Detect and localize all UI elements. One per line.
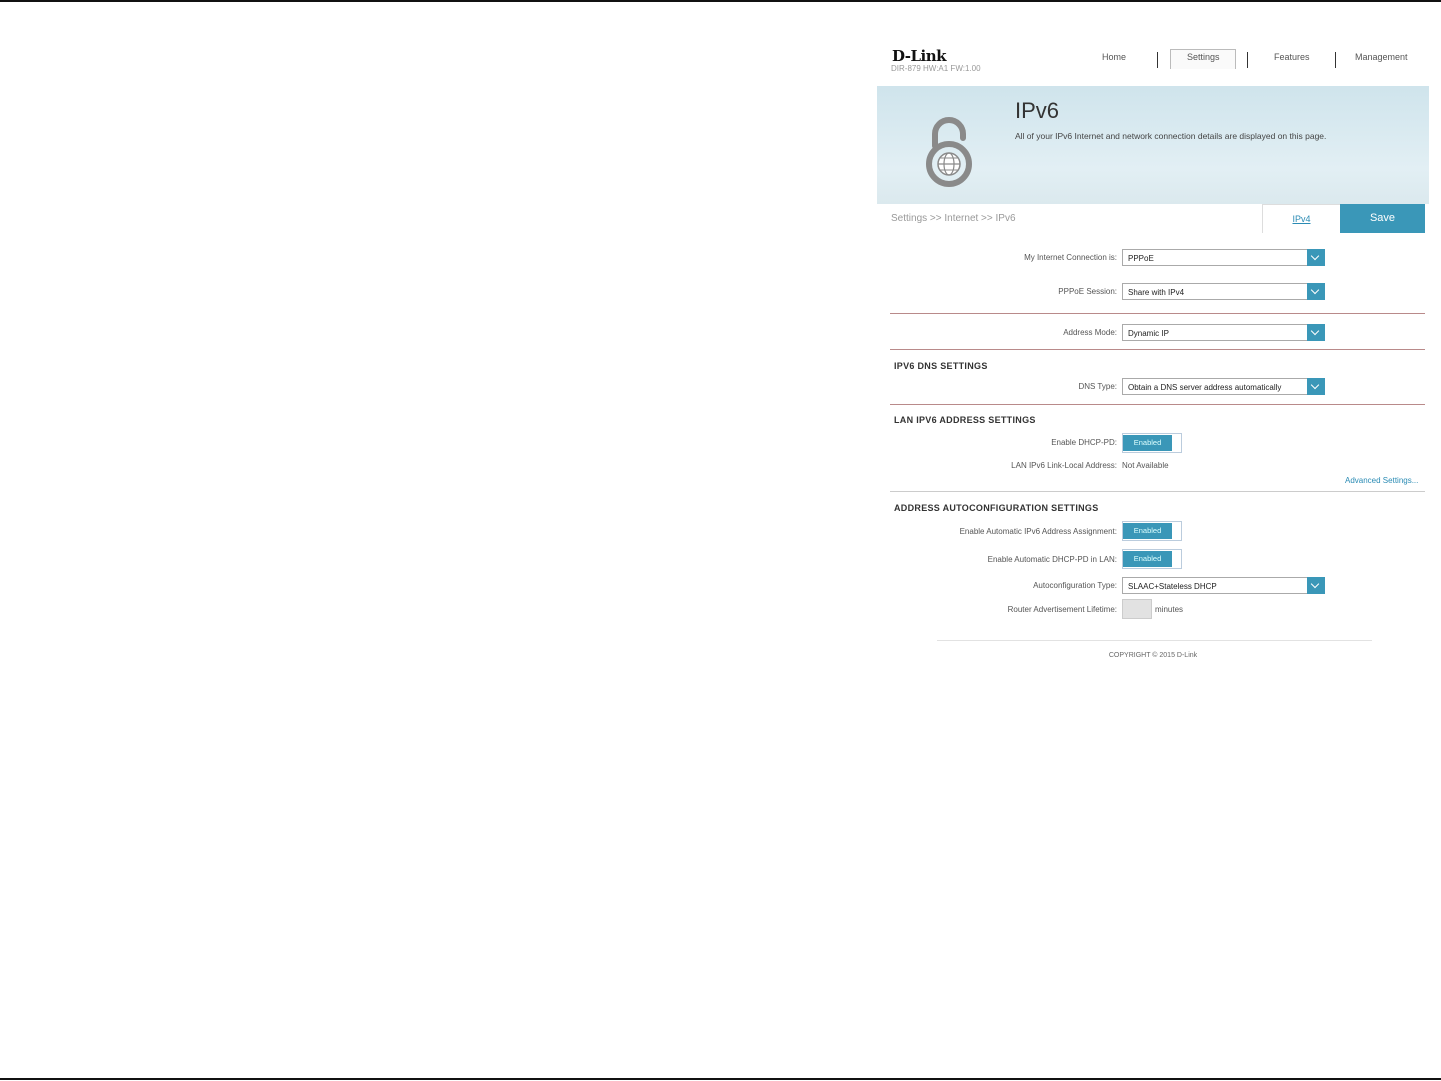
autoconfig-type-select[interactable]: SLAAC+Stateless DHCP [1122,577,1325,594]
my-connection-select[interactable]: PPPoE [1122,249,1325,266]
dns-type-value: Obtain a DNS server address automaticall… [1128,383,1282,392]
copyright: COPYRIGHT © 2015 D-Link [1108,652,1198,659]
ipv6-lock-globe-icon [921,116,977,188]
page-description: All of your IPv6 Internet and network co… [1015,131,1327,141]
page-top-rule [0,0,1441,2]
my-connection-label: My Internet Connection is: [1024,253,1117,262]
dns-type-label: DNS Type: [1078,382,1117,391]
page-title: IPv6 [1015,98,1060,123]
address-mode-select[interactable]: Dynamic IP [1122,324,1325,341]
auto-dhcp-pd-label: Enable Automatic DHCP-PD in LAN: [987,555,1117,564]
model-info: DIR-879 HW:A1 FW:1.00 [891,64,981,73]
dhcp-pd-label: Enable DHCP-PD: [1051,438,1117,447]
section-divider [890,404,1425,405]
chevron-down-icon[interactable] [1307,324,1325,341]
nav-features[interactable]: Features [1274,52,1310,62]
page-bottom-rule [0,1078,1441,1080]
link-local-value: Not Available [1122,461,1169,470]
my-connection-value: PPPoE [1128,254,1154,263]
toggle-state: Enabled [1123,435,1172,451]
footer-divider [937,640,1372,641]
pppoe-session-value: Share with IPv4 [1128,288,1185,297]
page-banner: IPv6 All of your IPv6 Internet and netwo… [877,86,1429,204]
lan-section-title: LAN IPV6 ADDRESS SETTINGS [894,415,1036,425]
toggle-state: Enabled [1123,551,1172,567]
nav-separator [1157,52,1158,68]
auto-assign-toggle[interactable]: Enabled [1122,521,1182,541]
ra-lifetime-input[interactable] [1122,599,1152,619]
breadcrumb: Settings >> Internet >> IPv6 [891,213,1016,224]
address-mode-label: Address Mode: [1063,328,1117,337]
autoconfig-type-label: Autoconfiguration Type: [1033,581,1117,590]
section-divider [890,349,1425,350]
toggle-state: Enabled [1123,523,1172,539]
pppoe-session-select[interactable]: Share with IPv4 [1122,283,1325,300]
auto-assign-label: Enable Automatic IPv6 Address Assignment… [959,527,1117,536]
save-button[interactable]: Save [1340,204,1425,233]
nav-separator [1335,52,1336,68]
ipv4-link[interactable]: IPv4 [1262,204,1341,233]
autoconfig-type-value: SLAAC+Stateless DHCP [1128,582,1217,591]
ra-lifetime-label: Router Advertisement Lifetime: [1007,605,1117,614]
nav-separator [1247,52,1248,68]
dns-section-title: IPV6 DNS SETTINGS [894,361,988,371]
dns-type-select[interactable]: Obtain a DNS server address automaticall… [1122,378,1325,395]
dlink-logo: D-Link [892,47,947,65]
auto-dhcp-pd-toggle[interactable]: Enabled [1122,549,1182,569]
link-local-label: LAN IPv6 Link-Local Address: [1011,461,1117,470]
section-divider [890,313,1425,314]
ra-lifetime-units: minutes [1155,605,1184,614]
chevron-down-icon[interactable] [1307,249,1325,266]
chevron-down-icon[interactable] [1307,577,1325,594]
pppoe-session-label: PPPoE Session: [1058,287,1117,296]
nav-management[interactable]: Management [1355,52,1408,62]
autoconfig-section-title: ADDRESS AUTOCONFIGURATION SETTINGS [894,503,1099,513]
router-settings-panel: D-Link DIR-879 HW:A1 FW:1.00 Home Settin… [877,38,1429,678]
nav-home[interactable]: Home [1102,52,1126,62]
dhcp-pd-toggle[interactable]: Enabled [1122,433,1182,453]
advanced-settings-link[interactable]: Advanced Settings... [1345,476,1418,485]
chevron-down-icon[interactable] [1307,283,1325,300]
chevron-down-icon[interactable] [1307,378,1325,395]
nav-settings[interactable]: Settings [1187,52,1220,62]
section-divider [890,491,1425,492]
address-mode-value: Dynamic IP [1128,329,1169,338]
